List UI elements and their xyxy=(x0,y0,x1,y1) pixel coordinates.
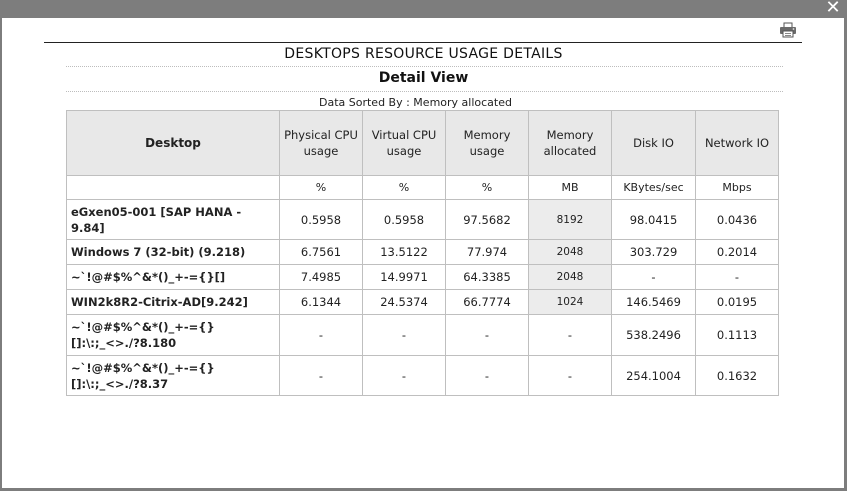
memory-allocated-cell: - xyxy=(528,314,612,356)
column-header-network-io[interactable]: Network IO xyxy=(695,110,779,176)
table-row: ~`!@#$%^&*()_+-={}[]:\:;_<>./?8.180 - - … xyxy=(66,314,779,356)
virtual-cpu-cell: 24.5374 xyxy=(362,289,446,315)
table-row: ~`!@#$%^&*()_+-={}[]:\:;_<>./?8.37 - - -… xyxy=(66,355,779,396)
unit-cell: KBytes/sec xyxy=(611,175,696,200)
table-row: eGxen05-001 [SAP HANA - 9.84] 0.5958 0.5… xyxy=(66,199,779,240)
desktop-name-cell[interactable]: eGxen05-001 [SAP HANA - 9.84] xyxy=(66,199,280,240)
virtual-cpu-cell: - xyxy=(362,314,446,356)
network-io-cell: 0.1632 xyxy=(695,355,779,396)
column-header-physical-cpu[interactable]: Physical CPU usage xyxy=(279,110,363,176)
disk-io-cell: 254.1004 xyxy=(611,355,696,396)
memory-allocated-cell: 2048 xyxy=(528,264,612,290)
table-header-row: Desktop Physical CPU usage Virtual CPU u… xyxy=(66,110,779,176)
disk-io-cell: - xyxy=(611,264,696,290)
unit-cell: MB xyxy=(528,175,612,200)
desktop-name-cell[interactable]: ~`!@#$%^&*()_+-={}[] xyxy=(66,264,280,290)
close-icon: ✕ xyxy=(825,0,841,18)
desktop-name-cell[interactable]: WIN2k8R2-Citrix-AD[9.242] xyxy=(66,289,280,315)
disk-io-cell: 146.5469 xyxy=(611,289,696,315)
printer-icon xyxy=(780,22,796,38)
network-io-cell: 0.2014 xyxy=(695,239,779,265)
sort-info: Data Sorted By : Memory allocated xyxy=(319,96,512,109)
dialog-title-bar xyxy=(0,0,847,18)
table-row: WIN2k8R2-Citrix-AD[9.242] 6.1344 24.5374… xyxy=(66,289,779,315)
table-row: Windows 7 (32-bit) (9.218) 6.7561 13.512… xyxy=(66,239,779,265)
desktop-name-cell[interactable]: Windows 7 (32-bit) (9.218) xyxy=(66,239,280,265)
physical-cpu-cell: 6.1344 xyxy=(279,289,363,315)
memory-allocated-cell: 2048 xyxy=(528,239,612,265)
memory-usage-cell: - xyxy=(445,314,529,356)
print-button[interactable] xyxy=(779,22,797,38)
divider xyxy=(66,66,783,67)
resource-usage-table: Desktop Physical CPU usage Virtual CPU u… xyxy=(66,110,779,396)
network-io-cell: 0.0195 xyxy=(695,289,779,315)
view-subtitle: Detail View xyxy=(378,70,469,86)
memory-allocated-cell: - xyxy=(528,355,612,396)
unit-cell: % xyxy=(362,175,446,200)
disk-io-cell: 538.2496 xyxy=(611,314,696,356)
page-title: DESKTOPS RESOURCE USAGE DETAILS xyxy=(284,46,563,62)
desktop-name-cell[interactable]: ~`!@#$%^&*()_+-={}[]:\:;_<>./?8.180 xyxy=(66,314,280,356)
memory-usage-cell: 97.5682 xyxy=(445,199,529,240)
header-divider xyxy=(44,42,802,43)
memory-allocated-cell: 1024 xyxy=(528,289,612,315)
column-header-virtual-cpu[interactable]: Virtual CPU usage xyxy=(362,110,446,176)
divider xyxy=(66,91,783,92)
virtual-cpu-cell: 13.5122 xyxy=(362,239,446,265)
memory-usage-cell: 64.3385 xyxy=(445,264,529,290)
network-io-cell: - xyxy=(695,264,779,290)
virtual-cpu-cell: 0.5958 xyxy=(362,199,446,240)
units-row: % % % MB KBytes/sec Mbps xyxy=(66,175,779,200)
unit-cell: % xyxy=(279,175,363,200)
column-header-disk-io[interactable]: Disk IO xyxy=(611,110,696,176)
unit-cell: Mbps xyxy=(695,175,779,200)
network-io-cell: 0.0436 xyxy=(695,199,779,240)
table-row: ~`!@#$%^&*()_+-={}[] 7.4985 14.9971 64.3… xyxy=(66,264,779,290)
physical-cpu-cell: 7.4985 xyxy=(279,264,363,290)
memory-usage-cell: 66.7774 xyxy=(445,289,529,315)
column-header-memory-allocated[interactable]: Memory allocated xyxy=(528,110,612,176)
memory-usage-cell: 77.974 xyxy=(445,239,529,265)
physical-cpu-cell: - xyxy=(279,355,363,396)
physical-cpu-cell: 6.7561 xyxy=(279,239,363,265)
network-io-cell: 0.1113 xyxy=(695,314,779,356)
desktop-name-cell[interactable]: ~`!@#$%^&*()_+-={}[]:\:;_<>./?8.37 xyxy=(66,355,280,396)
column-header-desktop[interactable]: Desktop xyxy=(66,110,280,176)
virtual-cpu-cell: 14.9971 xyxy=(362,264,446,290)
memory-usage-cell: - xyxy=(445,355,529,396)
disk-io-cell: 98.0415 xyxy=(611,199,696,240)
unit-cell xyxy=(66,175,280,200)
physical-cpu-cell: 0.5958 xyxy=(279,199,363,240)
physical-cpu-cell: - xyxy=(279,314,363,356)
memory-allocated-cell: 8192 xyxy=(528,199,612,240)
close-button[interactable]: ✕ xyxy=(825,0,841,18)
disk-io-cell: 303.729 xyxy=(611,239,696,265)
virtual-cpu-cell: - xyxy=(362,355,446,396)
unit-cell: % xyxy=(445,175,529,200)
column-header-memory-usage[interactable]: Memory usage xyxy=(445,110,529,176)
